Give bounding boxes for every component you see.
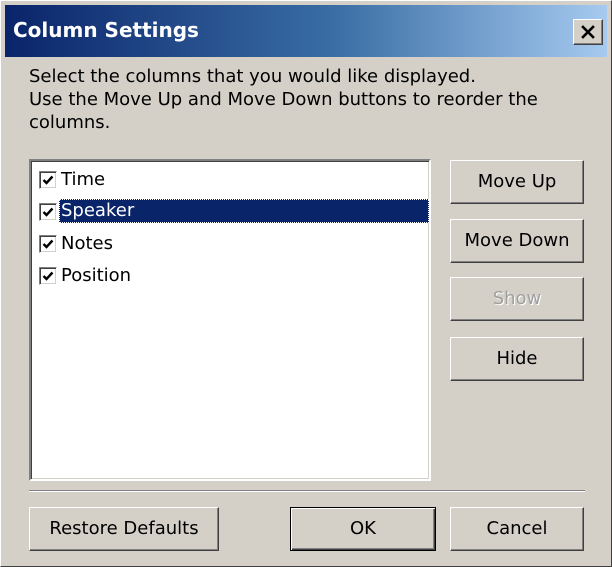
list-item-label: Time xyxy=(61,169,106,190)
move-down-button[interactable]: Move Down xyxy=(450,219,584,263)
restore-defaults-button[interactable]: Restore Defaults xyxy=(29,507,219,551)
close-icon xyxy=(581,25,595,39)
ok-button[interactable]: OK xyxy=(290,507,436,551)
list-item-speaker[interactable]: Speaker xyxy=(37,197,429,227)
instructions-text: Select the columns that you would like d… xyxy=(29,65,595,134)
checkmark-icon xyxy=(42,207,54,217)
separator xyxy=(29,490,585,492)
window-title: Column Settings xyxy=(13,18,199,42)
close-button[interactable] xyxy=(573,19,603,45)
columns-listbox[interactable]: Time Speaker Notes Position xyxy=(29,159,431,481)
list-item-label: Position xyxy=(61,265,132,286)
instructions-line-3: columns. xyxy=(29,112,111,133)
list-item-time[interactable]: Time xyxy=(37,165,429,195)
hide-button[interactable]: Hide xyxy=(450,337,584,381)
list-item-label: Speaker xyxy=(59,199,429,223)
checkmark-icon xyxy=(42,175,54,185)
list-item-position[interactable]: Position xyxy=(37,261,429,291)
cancel-button[interactable]: Cancel xyxy=(450,507,584,551)
speaker-checkbox[interactable] xyxy=(39,203,57,221)
column-settings-dialog: Column Settings Select the columns that … xyxy=(0,0,612,567)
list-item-notes[interactable]: Notes xyxy=(37,229,429,259)
checkmark-icon xyxy=(42,239,54,249)
instructions-line-1: Select the columns that you would like d… xyxy=(29,66,476,87)
title-bar[interactable]: Column Settings xyxy=(5,5,607,57)
list-item-label: Notes xyxy=(61,233,113,254)
notes-checkbox[interactable] xyxy=(39,235,57,253)
time-checkbox[interactable] xyxy=(39,171,57,189)
instructions-line-2: Use the Move Up and Move Down buttons to… xyxy=(29,89,538,110)
show-button[interactable]: Show xyxy=(450,277,584,321)
position-checkbox[interactable] xyxy=(39,267,57,285)
checkmark-icon xyxy=(42,271,54,281)
move-up-button[interactable]: Move Up xyxy=(450,160,584,204)
